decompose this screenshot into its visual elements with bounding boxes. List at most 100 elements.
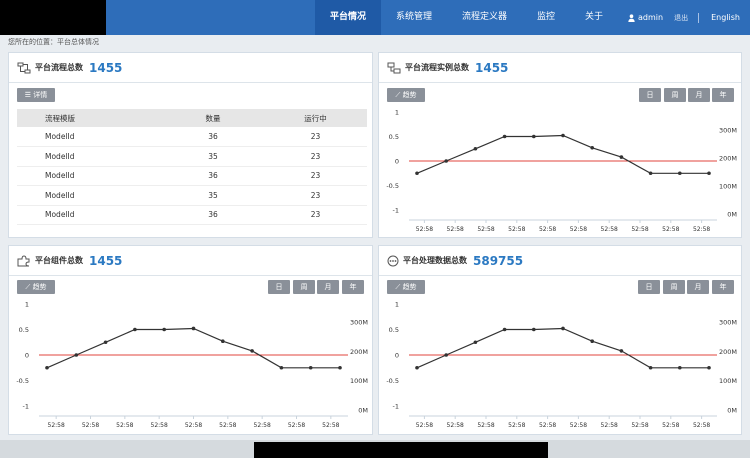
cell-running: 23 — [264, 127, 367, 147]
data-point — [473, 146, 478, 151]
cell-count: 35 — [162, 146, 264, 167]
nav-item-system[interactable]: 系统管理 — [381, 0, 447, 35]
cell-count: 36 — [162, 166, 264, 186]
period-week-button[interactable]: 周 — [664, 88, 686, 102]
y-tick-label: 1 — [25, 301, 29, 309]
component-trend-chart: 1 0.5 0 -0.5 -1 300M 200M 100M 0M 52:58 52:58 52:58… — [16, 301, 368, 430]
user-info[interactable]: admin — [618, 13, 666, 22]
cell-running: 23 — [264, 205, 367, 225]
x-tick-label: 52:58 — [254, 422, 271, 429]
data-point — [619, 349, 624, 353]
logout-link[interactable]: 退出 — [666, 13, 696, 23]
cell-model: ModelId — [17, 185, 162, 206]
data-point — [707, 365, 711, 370]
data-point — [415, 365, 419, 370]
y2-tick-label: 0M — [727, 407, 737, 415]
x-tick-label: 52:58 — [48, 422, 65, 429]
y-tick-label: 1 — [395, 109, 399, 117]
table-row[interactable]: ModelId 36 23 — [17, 127, 367, 147]
y2-tick-label: 300M — [719, 127, 737, 135]
x-tick-label: 52:58 — [539, 422, 556, 429]
y2-tick-label: 0M — [727, 211, 737, 219]
nav-item-platform[interactable]: 平台情况 — [314, 0, 381, 35]
period-year-button[interactable]: 年 — [342, 280, 364, 294]
panel-component-total: 平台组件总数 1455 ⟋ 趋势 日 周 月 年 1 0.5 0 -0.5 -1 300M… — [8, 245, 373, 435]
x-tick-label: 52:58 — [116, 422, 133, 429]
username: admin — [638, 13, 664, 22]
trend-icon: ⟋ — [395, 91, 403, 99]
data-point — [221, 339, 225, 344]
x-tick-label: 52:58 — [570, 422, 587, 429]
detail-button[interactable]: ☰ 详情 — [17, 88, 55, 102]
trend-button-label: 趋势 — [402, 283, 417, 291]
nav-item-about[interactable]: 关于 — [570, 0, 618, 35]
data-point — [250, 349, 254, 353]
table-row[interactable]: ModelId 36 23 — [17, 166, 367, 186]
puzzle-icon — [17, 254, 30, 266]
panel-count: 589755 — [473, 253, 524, 268]
x-tick-label: 52:58 — [539, 226, 556, 233]
data-point — [532, 134, 536, 139]
panel-count: 1455 — [89, 60, 123, 75]
table-row[interactable]: ModelId 35 23 — [17, 185, 367, 206]
y-tick-label: 1 — [395, 301, 399, 309]
cell-running: 23 — [264, 185, 367, 206]
panel-title: 平台流程总数 — [35, 63, 83, 72]
y-tick-label: -1 — [393, 403, 399, 411]
period-day-button[interactable]: 日 — [638, 280, 660, 294]
y-tick-label: -0.5 — [386, 377, 399, 385]
panel-header: 平台流程实例总数 1455 — [379, 53, 741, 83]
y2-tick-label: 100M — [719, 377, 737, 385]
period-week-button[interactable]: 周 — [293, 280, 315, 294]
period-year-button[interactable]: 年 — [712, 280, 734, 294]
x-tick-label: 52:58 — [82, 422, 99, 429]
data-point — [162, 327, 166, 332]
x-tick-label: 52:58 — [508, 422, 525, 429]
period-month-button[interactable]: 月 — [688, 88, 710, 102]
trend-button[interactable]: ⟋ 趋势 — [387, 280, 425, 294]
period-month-button[interactable]: 月 — [317, 280, 339, 294]
nav-item-process-designer[interactable]: 流程定义器 — [447, 0, 522, 35]
user-icon — [628, 13, 635, 22]
data-point — [415, 171, 419, 176]
y-tick-label: 0.5 — [389, 326, 399, 334]
cell-model: ModelId — [17, 205, 162, 225]
footer-bar — [0, 440, 750, 458]
x-tick-label: 52:58 — [662, 226, 679, 233]
y-tick-label: -0.5 — [16, 377, 29, 385]
process-model-table: 流程模版 数量 运行中 ModelId 36 23 ModelId 35 23 Mode… — [17, 109, 367, 225]
y2-tick-label: 300M — [350, 319, 368, 327]
data-point — [502, 327, 507, 332]
period-day-button[interactable]: 日 — [639, 88, 661, 102]
language-switch[interactable]: English — [701, 13, 750, 22]
x-tick-label: 52:58 — [570, 226, 587, 233]
y-tick-label: 0 — [25, 352, 29, 360]
table-row[interactable]: ModelId 36 23 — [17, 205, 367, 225]
period-week-button[interactable]: 周 — [663, 280, 685, 294]
x-tick-label: 52:58 — [601, 226, 618, 233]
data-point — [45, 365, 49, 370]
data-point — [648, 171, 653, 176]
table-row[interactable]: ModelId 35 23 — [17, 146, 367, 167]
trend-button[interactable]: ⟋ 趋势 — [17, 280, 55, 294]
trend-button[interactable]: ⟋ 趋势 — [387, 88, 425, 102]
period-year-button[interactable]: 年 — [712, 88, 734, 102]
data-point — [590, 339, 594, 344]
period-day-button[interactable]: 日 — [268, 280, 290, 294]
data-point — [678, 171, 682, 176]
top-nav-bar: 平台情况 系统管理 流程定义器 监控 关于 admin 退出 English — [0, 0, 750, 35]
footer-block — [254, 442, 548, 458]
panel-header: 平台流程总数 1455 — [9, 53, 372, 83]
x-tick-label: 52:58 — [447, 226, 464, 233]
data-trend-chart: 1 0.5 0 -0.5 -1 300M 200M 100M 0M 52:58 52:58 52:58… — [386, 301, 737, 430]
data-point — [678, 365, 682, 370]
nav-divider — [698, 12, 700, 23]
data-point — [502, 134, 507, 139]
period-month-button[interactable]: 月 — [687, 280, 709, 294]
table-header-row: 流程模版 数量 运行中 — [17, 109, 367, 127]
instance-trend-chart: 1 0.5 0 -0.5 -1 300M 200M 100M 0M 52:58 52:58 52:58… — [386, 109, 737, 234]
nav-item-monitor[interactable]: 监控 — [522, 0, 570, 35]
data-point — [590, 145, 594, 150]
y-tick-label: -0.5 — [386, 182, 399, 190]
x-tick-label: 52:58 — [477, 226, 494, 233]
